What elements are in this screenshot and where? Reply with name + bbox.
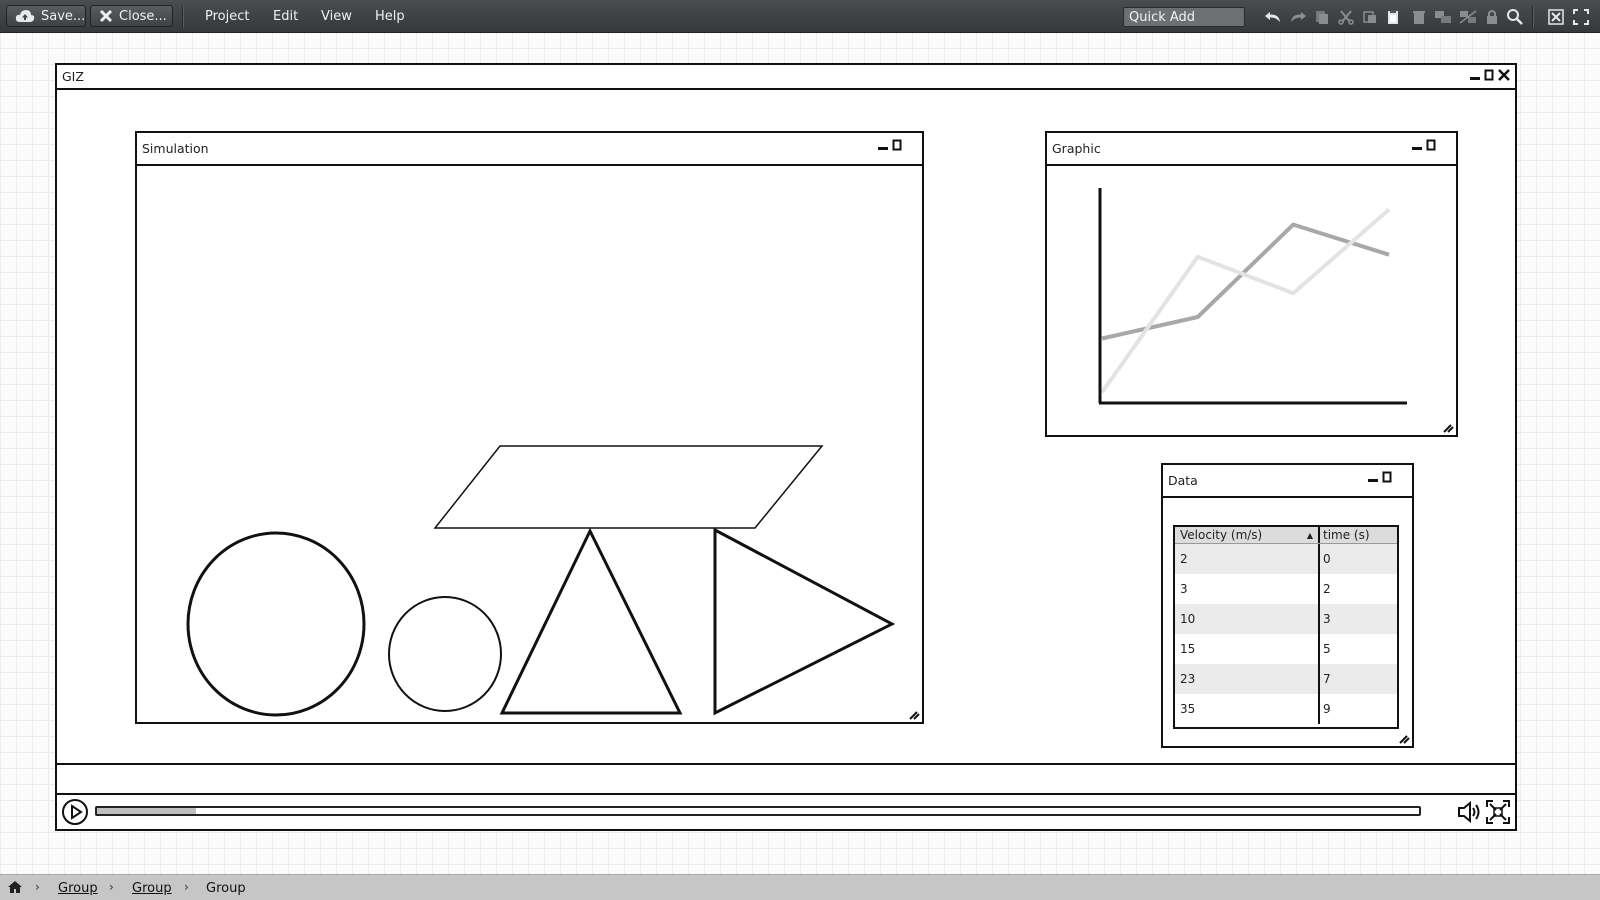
toolbar-divider bbox=[182, 6, 184, 28]
close-label: Close... bbox=[119, 8, 167, 24]
data-controls bbox=[1367, 470, 1392, 488]
breadcrumb-item[interactable]: Group bbox=[58, 881, 98, 896]
redo-icon[interactable] bbox=[1289, 8, 1307, 26]
main-window-titlebar: GIZ bbox=[57, 65, 1515, 90]
graphic-panel: Graphic bbox=[1045, 131, 1458, 437]
data-table: Velocity (m/s) ▲ time (s) 20 32 10 3 15 5 … bbox=[1173, 525, 1399, 729]
menu-help[interactable]: Help bbox=[375, 9, 405, 24]
maximize-icon[interactable] bbox=[1484, 68, 1494, 86]
save-label: Save... bbox=[41, 8, 86, 24]
table-row[interactable]: 10 3 bbox=[1175, 604, 1397, 634]
parallelogram-shape[interactable] bbox=[433, 445, 824, 529]
fullscreen-icon[interactable] bbox=[1572, 8, 1590, 26]
chevron-right-icon: › bbox=[35, 880, 40, 894]
close-button[interactable]: Close... bbox=[90, 5, 173, 27]
fullscreen-video-icon[interactable] bbox=[1485, 799, 1511, 829]
table-cell: 23 bbox=[1175, 664, 1320, 694]
group-icon[interactable] bbox=[1433, 8, 1451, 26]
table-cell: 3 bbox=[1323, 612, 1331, 626]
table-row[interactable]: 15 5 bbox=[1175, 634, 1397, 664]
breadcrumb-item[interactable]: Group bbox=[132, 881, 172, 896]
resize-handle-icon[interactable] bbox=[1442, 423, 1454, 433]
table-cell: 10 bbox=[1175, 604, 1320, 634]
table-cell: 5 bbox=[1323, 642, 1331, 656]
main-window-controls bbox=[1469, 68, 1511, 86]
table-cell: 0 bbox=[1323, 552, 1331, 566]
resize-handle-icon[interactable] bbox=[1398, 734, 1410, 744]
chevron-right-icon: › bbox=[184, 880, 189, 894]
minimize-icon[interactable] bbox=[1469, 68, 1481, 86]
table-cell: 3 bbox=[1175, 574, 1320, 604]
top-toolbar: Save... Close... Project Edit View Help bbox=[0, 0, 1600, 33]
line-chart bbox=[1098, 188, 1407, 405]
cloud-icon bbox=[15, 9, 35, 23]
table-cell: 15 bbox=[1175, 634, 1320, 664]
play-icon[interactable] bbox=[61, 798, 89, 830]
copy-icon[interactable] bbox=[1361, 8, 1379, 26]
column-header-velocity[interactable]: Velocity (m/s) ▲ bbox=[1175, 527, 1320, 543]
breadcrumb-current: Group bbox=[206, 881, 246, 896]
minimize-icon[interactable] bbox=[1367, 470, 1379, 488]
chart-series-line-1 bbox=[1100, 207, 1391, 394]
home-icon[interactable] bbox=[7, 880, 23, 898]
seek-bar[interactable] bbox=[95, 806, 1421, 816]
right-triangle-shape[interactable] bbox=[713, 527, 896, 716]
resize-handle-icon[interactable] bbox=[908, 710, 920, 720]
delete-icon[interactable] bbox=[1410, 8, 1428, 26]
table-cell: 2 bbox=[1175, 544, 1320, 574]
maximize-icon[interactable] bbox=[1382, 470, 1392, 488]
triangle-shape[interactable] bbox=[499, 527, 683, 715]
close-mockup-icon[interactable] bbox=[1547, 8, 1565, 26]
video-divider bbox=[57, 793, 1515, 795]
data-panel: Data Velocity (m/s) ▲ time (s) 20 32 10 3… bbox=[1161, 463, 1414, 748]
ungroup-icon[interactable] bbox=[1458, 8, 1477, 26]
lock-icon[interactable] bbox=[1483, 8, 1501, 26]
quick-add-input[interactable] bbox=[1123, 7, 1245, 27]
table-cell: 7 bbox=[1323, 672, 1331, 686]
small-circle-shape[interactable] bbox=[388, 596, 502, 712]
table-header: Velocity (m/s) ▲ time (s) bbox=[1175, 527, 1397, 544]
table-row[interactable]: 23 7 bbox=[1175, 664, 1397, 694]
chevron-right-icon: › bbox=[109, 880, 114, 894]
column-header-time[interactable]: time (s) bbox=[1320, 527, 1397, 543]
duplicate-icon[interactable] bbox=[1313, 8, 1331, 26]
volume-icon[interactable] bbox=[1456, 800, 1484, 828]
close-window-icon[interactable] bbox=[1497, 68, 1511, 86]
close-icon bbox=[99, 9, 113, 23]
table-row[interactable]: 32 bbox=[1175, 574, 1397, 604]
menu-edit[interactable]: Edit bbox=[273, 9, 298, 24]
data-title: Data bbox=[1168, 473, 1198, 488]
toolbar-divider bbox=[1532, 6, 1534, 28]
search-icon[interactable] bbox=[1506, 8, 1524, 26]
column-header-label: Velocity (m/s) bbox=[1180, 528, 1263, 542]
table-row[interactable]: 35 9 bbox=[1175, 694, 1397, 724]
table-row[interactable]: 20 bbox=[1175, 544, 1397, 574]
save-button[interactable]: Save... bbox=[6, 5, 86, 27]
breadcrumb: › Group › Group › Group bbox=[0, 874, 1600, 900]
table-cell: 35 bbox=[1175, 694, 1320, 724]
video-player bbox=[55, 763, 1517, 831]
chart-series-line-2 bbox=[1101, 222, 1390, 341]
large-circle-shape[interactable] bbox=[186, 531, 366, 717]
seek-progress bbox=[97, 808, 197, 814]
table-cell: 9 bbox=[1323, 702, 1331, 716]
main-window-title: GIZ bbox=[62, 69, 84, 84]
undo-icon[interactable] bbox=[1264, 8, 1282, 26]
sort-ascending-icon: ▲ bbox=[1306, 530, 1313, 540]
cut-icon[interactable] bbox=[1337, 8, 1355, 26]
simulation-canvas bbox=[186, 445, 896, 717]
menu-view[interactable]: View bbox=[321, 9, 352, 24]
simulation-panel: Simulation bbox=[135, 131, 924, 724]
menu-project[interactable]: Project bbox=[205, 9, 249, 24]
paste-icon[interactable] bbox=[1384, 8, 1402, 26]
table-cell: 2 bbox=[1323, 582, 1331, 596]
